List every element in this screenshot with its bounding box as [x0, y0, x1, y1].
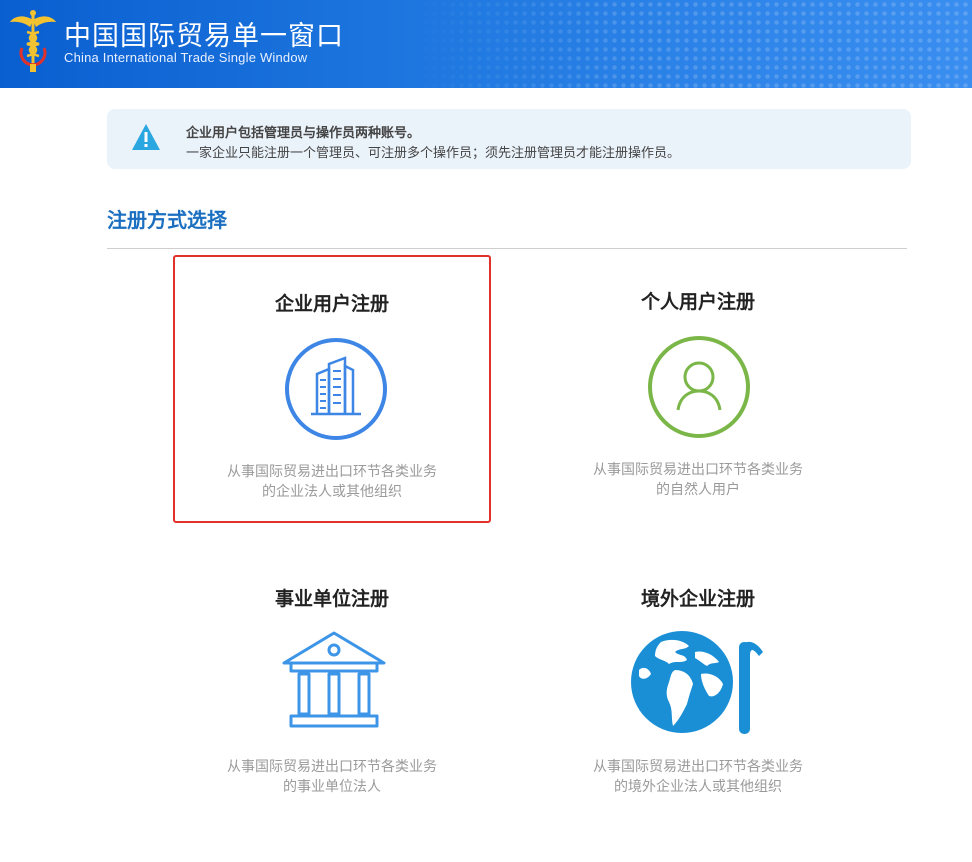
card-public-institution-registration[interactable]: 事业单位注册 从事国际贸易进出口环节各类业务 的事业单位法人: [173, 552, 491, 820]
card-title: 事业单位注册: [274, 588, 389, 610]
card-description: 从事国际贸易进出口环节各类业务 的境外企业法人或其他组织: [539, 757, 857, 797]
card-title: 个人用户注册: [640, 291, 755, 313]
card-desc-line-1: 从事国际贸易进出口环节各类业务: [227, 759, 437, 775]
card-desc-line-1: 从事国际贸易进出口环节各类业务: [227, 464, 437, 480]
site-title: 中国国际贸易单一窗口: [64, 21, 344, 52]
warning-icon: [132, 124, 160, 150]
person-icon: [648, 336, 750, 438]
card-desc-line-1: 从事国际贸易进出口环节各类业务: [593, 759, 803, 775]
card-desc-line-2: 的自然人用户: [656, 482, 740, 498]
card-title: 企业用户注册: [274, 293, 389, 315]
header-dot-pattern: [412, 0, 972, 88]
globe-icon: [631, 631, 763, 734]
section-divider: [107, 248, 907, 249]
institution-icon: [282, 631, 386, 728]
notice-line-2: 一家企业只能注册一个管理员、可注册多个操作员；须先注册管理员才能注册操作员。: [186, 146, 681, 161]
card-personal-registration[interactable]: 个人用户注册 从事国际贸易进出口环节各类业务 的自然人用户: [539, 255, 857, 523]
card-description: 从事国际贸易进出口环节各类业务 的自然人用户: [539, 460, 857, 500]
card-overseas-enterprise-registration[interactable]: 境外企业注册 从事国际贸易进出口环节各类业务 的境外企业法人或其他组织: [539, 552, 857, 820]
card-description: 从事国际贸易进出口环节各类业务 的事业单位法人: [173, 757, 491, 797]
card-description: 从事国际贸易进出口环节各类业务 的企业法人或其他组织: [175, 462, 489, 502]
card-title: 境外企业注册: [640, 588, 755, 610]
section-title: 注册方式选择: [107, 208, 227, 232]
site-subtitle: China International Trade Single Window: [64, 50, 308, 65]
customs-emblem-icon[interactable]: [8, 8, 58, 74]
card-desc-line-1: 从事国际贸易进出口环节各类业务: [593, 462, 803, 478]
site-header: 中国国际贸易单一窗口 China International Trade Sin…: [0, 0, 972, 88]
building-icon: [285, 338, 387, 440]
card-enterprise-registration[interactable]: 企业用户注册 从事国际贸易进出口环节各类业务 的企业法人或其他组织: [173, 255, 491, 523]
card-desc-line-2: 的企业法人或其他组织: [262, 484, 402, 500]
card-desc-line-2: 的境外企业法人或其他组织: [614, 779, 782, 795]
card-desc-line-2: 的事业单位法人: [283, 779, 381, 795]
notice-box: 企业用户包括管理员与操作员两种账号。 一家企业只能注册一个管理员、可注册多个操作…: [107, 109, 911, 169]
notice-line-1: 企业用户包括管理员与操作员两种账号。: [186, 126, 421, 141]
